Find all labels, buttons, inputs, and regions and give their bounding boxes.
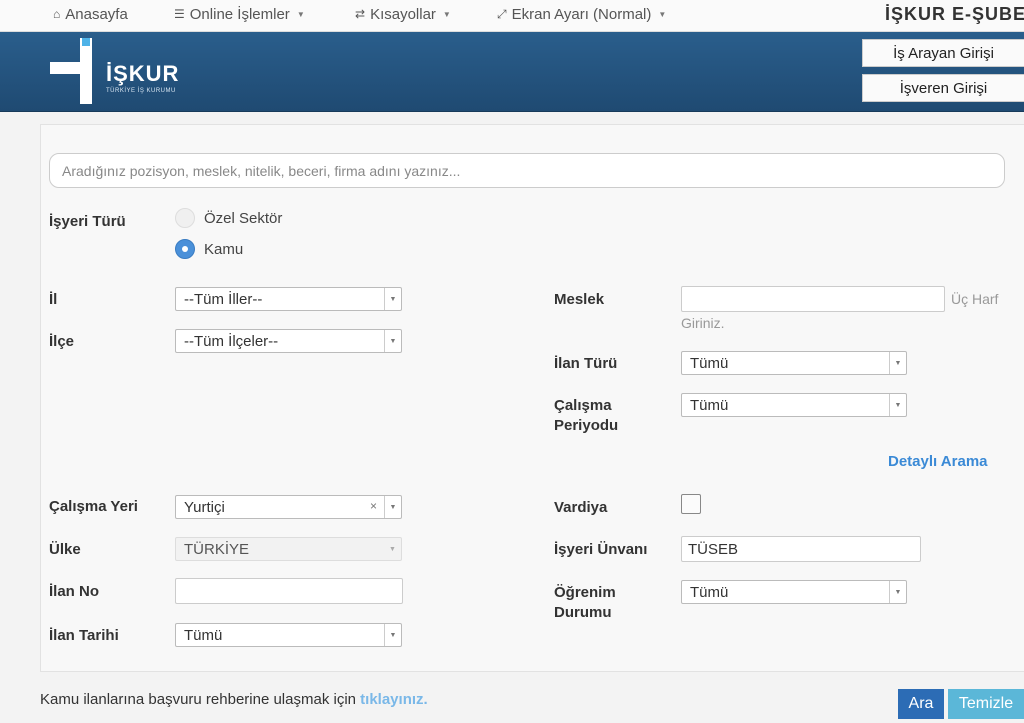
country-label: Ülke xyxy=(49,541,81,558)
province-select[interactable]: --Tüm İller-- ▼ xyxy=(175,287,402,311)
occupation-input[interactable] xyxy=(681,286,945,312)
chevron-down-icon: ▼ xyxy=(384,496,401,518)
listing-no-input[interactable] xyxy=(175,578,403,604)
nav-online-operations[interactable]: ☰ Online İşlemler ▼ xyxy=(174,0,305,28)
nav-screen-label: Ekran Ayarı (Normal) xyxy=(511,5,652,23)
employer-login-button[interactable]: İşveren Girişi xyxy=(862,74,1024,102)
province-value: --Tüm İller-- xyxy=(184,290,263,308)
job-seeker-login-button[interactable]: İş Arayan Girişi xyxy=(862,39,1024,67)
education-label-line2: Durumu xyxy=(554,604,612,621)
nav-home-label: Anasayfa xyxy=(65,5,128,23)
work-period-label: Çalışma Periyodu xyxy=(554,396,618,436)
employer-title-label: İşyeri Ünvanı xyxy=(554,541,648,558)
caret-down-icon: ▼ xyxy=(442,9,451,19)
logo-text: İŞKUR xyxy=(106,61,180,86)
education-select[interactable]: Tümü ▼ xyxy=(681,580,907,604)
logo-subtitle: TÜRKİYE İŞ KURUMU xyxy=(106,88,176,94)
listing-date-select[interactable]: Tümü ▼ xyxy=(175,623,402,647)
radio-private-label: Özel Sektör xyxy=(204,209,283,227)
work-period-label-line1: Çalışma xyxy=(554,397,612,414)
clear-icon[interactable]: × xyxy=(370,499,377,513)
listing-no-label: İlan No xyxy=(49,583,100,600)
public-listing-guide-text: Kamu ilanlarına başvuru rehberine ulaşma… xyxy=(40,691,428,708)
occupation-label: Meslek xyxy=(554,291,605,308)
guide-link[interactable]: tıklayınız. xyxy=(360,691,428,708)
clear-button[interactable]: Temizle xyxy=(948,689,1024,719)
header-banner: İŞKUR TÜRKİYE İŞ KURUMU İş Arayan Girişi… xyxy=(0,32,1024,112)
search-input[interactable] xyxy=(49,153,1005,188)
nav-shortcuts[interactable]: ⇄ Kısayollar ▼ xyxy=(355,0,451,28)
province-label: İl xyxy=(49,291,58,308)
radio-public-sector[interactable]: Kamu xyxy=(175,239,243,259)
listing-date-label: İlan Tarihi xyxy=(49,627,119,644)
district-value: --Tüm İlçeler-- xyxy=(184,332,279,350)
work-period-label-line2: Periyodu xyxy=(554,417,619,434)
education-label: Öğrenim Durumu xyxy=(554,583,616,623)
chevron-down-icon: ▼ xyxy=(384,330,401,352)
caret-down-icon: ▼ xyxy=(296,9,305,19)
radio-public-label: Kamu xyxy=(204,240,244,258)
chevron-down-icon: ▼ xyxy=(384,288,401,310)
guide-text: Kamu ilanlarına başvuru rehberine ulaşma… xyxy=(40,691,356,708)
list-icon: ☰ xyxy=(174,7,185,21)
employer-title-input[interactable] xyxy=(681,536,921,562)
nav-home[interactable]: ⌂ Anasayfa xyxy=(53,0,128,28)
work-place-label: Çalışma Yeri xyxy=(49,498,138,515)
chevron-down-icon: ▼ xyxy=(384,624,401,646)
shuffle-icon: ⇄ xyxy=(355,7,366,21)
workplace-type-label: İşyeri Türü xyxy=(49,213,126,230)
country-value: TÜRKİYE xyxy=(184,540,250,558)
search-button[interactable]: Ara xyxy=(898,689,944,719)
education-value: Tümü xyxy=(690,583,729,601)
brand-title: İŞKUR E-ŞUBE xyxy=(884,3,1024,24)
chevron-down-icon: ▼ xyxy=(889,394,906,416)
radio-private-sector[interactable]: Özel Sektör xyxy=(175,208,282,228)
occupation-hint-2: Giriniz. xyxy=(681,315,725,331)
nav-shortcuts-label: Kısayollar xyxy=(370,5,436,23)
top-navbar: ⌂ Anasayfa ☰ Online İşlemler ▼ ⇄ Kısayol… xyxy=(0,0,1024,32)
chevron-down-icon: ▼ xyxy=(889,581,906,603)
chevron-down-icon: ▼ xyxy=(889,352,906,374)
work-place-value: Yurtiçi xyxy=(184,498,225,516)
listing-date-value: Tümü xyxy=(184,626,223,644)
fullscreen-icon: ⤢ xyxy=(497,6,507,21)
radio-selected-icon xyxy=(175,239,195,259)
nav-screen-settings[interactable]: ⤢ Ekran Ayarı (Normal) ▼ xyxy=(497,0,666,28)
country-select: TÜRKİYE ▼ xyxy=(175,537,402,561)
listing-type-value: Tümü xyxy=(690,354,729,372)
advanced-search-link[interactable]: Detaylı Arama xyxy=(888,453,988,470)
work-period-value: Tümü xyxy=(690,396,729,414)
home-icon: ⌂ xyxy=(53,7,61,21)
nav-online-label: Online İşlemler xyxy=(189,5,290,23)
listing-type-label: İlan Türü xyxy=(554,355,618,372)
shift-label: Vardiya xyxy=(554,499,608,516)
work-place-select[interactable]: Yurtiçi × ▼ xyxy=(175,495,402,519)
shift-checkbox[interactable] xyxy=(681,494,701,514)
chevron-down-icon: ▼ xyxy=(389,545,396,553)
caret-down-icon: ▼ xyxy=(658,9,667,19)
education-label-line1: Öğrenim xyxy=(554,584,616,601)
iskur-logo[interactable]: İŞKUR TÜRKİYE İŞ KURUMU xyxy=(50,38,200,104)
work-period-select[interactable]: Tümü ▼ xyxy=(681,393,907,417)
listing-type-select[interactable]: Tümü ▼ xyxy=(681,351,907,375)
radio-icon xyxy=(175,208,195,228)
district-label: İlçe xyxy=(49,333,75,350)
district-select[interactable]: --Tüm İlçeler-- ▼ xyxy=(175,329,402,353)
occupation-hint-1: Üç Harf xyxy=(951,291,999,307)
